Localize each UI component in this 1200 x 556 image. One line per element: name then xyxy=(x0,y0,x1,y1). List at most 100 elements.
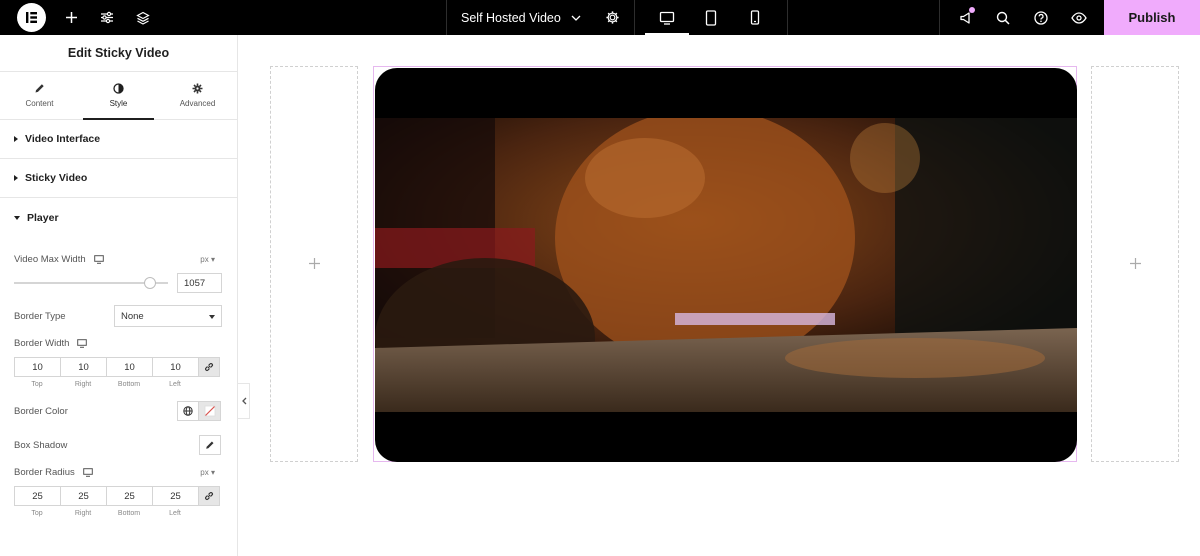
box-shadow-edit-button[interactable] xyxy=(199,435,221,455)
desktop-icon[interactable] xyxy=(77,339,88,348)
link-values-button[interactable] xyxy=(198,486,220,506)
border-width-bottom-input[interactable]: 10 xyxy=(106,357,152,377)
chevron-left-icon xyxy=(241,397,246,405)
sticky-video-widget[interactable] xyxy=(373,66,1077,462)
border-color-controls xyxy=(177,401,221,421)
control-label: Video Max Width xyxy=(14,254,86,265)
preview-button[interactable] xyxy=(1060,0,1098,35)
video-max-width-input[interactable]: 1057 xyxy=(177,273,222,293)
pencil-icon xyxy=(35,84,44,93)
page-settings-gear-icon[interactable] xyxy=(605,10,620,25)
elementor-logo[interactable] xyxy=(17,3,46,32)
unit-label: px xyxy=(200,468,209,477)
section-sticky-video[interactable]: Sticky Video xyxy=(0,159,237,198)
help-icon xyxy=(1034,10,1048,25)
panel-tabs: Content Style Advanced xyxy=(0,72,237,120)
finder-button[interactable] xyxy=(984,0,1022,35)
border-type-select[interactable]: None xyxy=(114,305,222,327)
section-video-interface[interactable]: Video Interface xyxy=(0,120,237,159)
section-label: Video Interface xyxy=(25,133,101,145)
tab-advanced[interactable]: Advanced xyxy=(158,72,237,119)
document-title: Self Hosted Video xyxy=(461,10,561,25)
pencil-icon xyxy=(206,441,214,449)
search-icon xyxy=(996,11,1010,25)
tab-content[interactable]: Content xyxy=(0,72,79,119)
border-width-top-input[interactable]: 10 xyxy=(14,357,60,377)
desktop-icon xyxy=(659,11,674,25)
caret-down-icon xyxy=(14,215,20,220)
border-radius-top-input[interactable]: 25 xyxy=(14,486,60,506)
side-label: Right xyxy=(74,381,92,388)
side-label: Bottom xyxy=(117,381,141,388)
border-width-label: Border Width xyxy=(14,338,88,349)
top-bar-right xyxy=(939,0,1104,35)
plus-icon xyxy=(65,12,77,23)
border-width-left-input[interactable]: 10 xyxy=(152,357,198,377)
box-shadow-label: Box Shadow xyxy=(14,440,68,451)
unit-label: px xyxy=(200,255,209,264)
select-value: None xyxy=(121,310,144,322)
mobile-icon xyxy=(750,10,759,25)
video-frame xyxy=(375,118,1077,412)
chevron-down-icon xyxy=(571,15,581,21)
caret-right-icon xyxy=(14,175,18,181)
video-player[interactable] xyxy=(375,68,1077,462)
side-label: Bottom xyxy=(117,510,141,517)
add-widget-plus-icon[interactable] xyxy=(1129,254,1142,275)
side-label: Right xyxy=(74,510,92,517)
side-label: Top xyxy=(31,381,43,388)
side-label: Left xyxy=(169,510,181,517)
tab-label: Style xyxy=(109,99,128,108)
desktop-icon[interactable] xyxy=(82,468,93,477)
border-type-label: Border Type xyxy=(14,311,66,322)
tab-label: Advanced xyxy=(179,99,216,108)
top-bar: Self Hosted Video Publish xyxy=(0,0,1200,35)
control-label: Border Radius xyxy=(14,467,75,478)
tab-style[interactable]: Style xyxy=(79,72,158,120)
section-player[interactable]: Player xyxy=(0,198,237,237)
mobile-view-button[interactable] xyxy=(733,0,777,35)
unit-selector[interactable]: px ▾ xyxy=(200,468,215,477)
section-label: Sticky Video xyxy=(25,172,88,184)
link-values-button[interactable] xyxy=(198,357,220,377)
border-radius-left-input[interactable]: 25 xyxy=(152,486,198,506)
top-bar-left xyxy=(0,0,240,35)
publish-button[interactable]: Publish xyxy=(1104,0,1200,35)
add-element-button[interactable] xyxy=(53,0,89,35)
tablet-view-button[interactable] xyxy=(689,0,733,35)
border-radius-right-input[interactable]: 25 xyxy=(60,486,106,506)
border-radius-inputs: 25 25 25 25 xyxy=(14,486,220,506)
video-still-image xyxy=(375,118,1077,412)
color-picker-swatch[interactable] xyxy=(199,401,221,421)
caret-right-icon xyxy=(14,136,18,142)
site-settings-button[interactable] xyxy=(89,0,125,35)
side-labels: Top Right Bottom Left xyxy=(14,381,198,388)
divider xyxy=(786,0,788,35)
structure-button[interactable] xyxy=(125,0,161,35)
select-arrow-icon xyxy=(209,315,215,319)
empty-column-left[interactable] xyxy=(270,66,358,462)
divider xyxy=(939,0,940,35)
no-color-icon xyxy=(204,405,215,417)
empty-column-right[interactable] xyxy=(1091,66,1179,462)
elementor-logo-icon xyxy=(26,12,37,23)
gear-icon xyxy=(192,83,203,94)
unit-selector[interactable]: px ▾ xyxy=(200,255,215,264)
document-title-dropdown[interactable]: Self Hosted Video xyxy=(447,0,634,35)
border-width-right-input[interactable]: 10 xyxy=(60,357,106,377)
help-button[interactable] xyxy=(1022,0,1060,35)
slider-handle[interactable] xyxy=(143,277,156,289)
add-widget-plus-icon[interactable] xyxy=(308,254,321,275)
desktop-view-button[interactable] xyxy=(644,0,689,35)
global-colors-button[interactable] xyxy=(177,401,199,421)
desktop-icon[interactable] xyxy=(93,255,104,264)
link-icon xyxy=(205,492,213,500)
editor-panel: Edit Sticky Video Content Style Advanced… xyxy=(0,35,238,556)
side-labels: Top Right Bottom Left xyxy=(14,510,198,517)
notifications-button[interactable] xyxy=(948,0,984,35)
border-radius-bottom-input[interactable]: 25 xyxy=(106,486,152,506)
collapse-panel-button[interactable] xyxy=(238,383,250,419)
box-shadow-controls xyxy=(199,435,221,455)
half-circle-icon xyxy=(113,83,124,94)
panel-title: Edit Sticky Video xyxy=(0,35,237,72)
